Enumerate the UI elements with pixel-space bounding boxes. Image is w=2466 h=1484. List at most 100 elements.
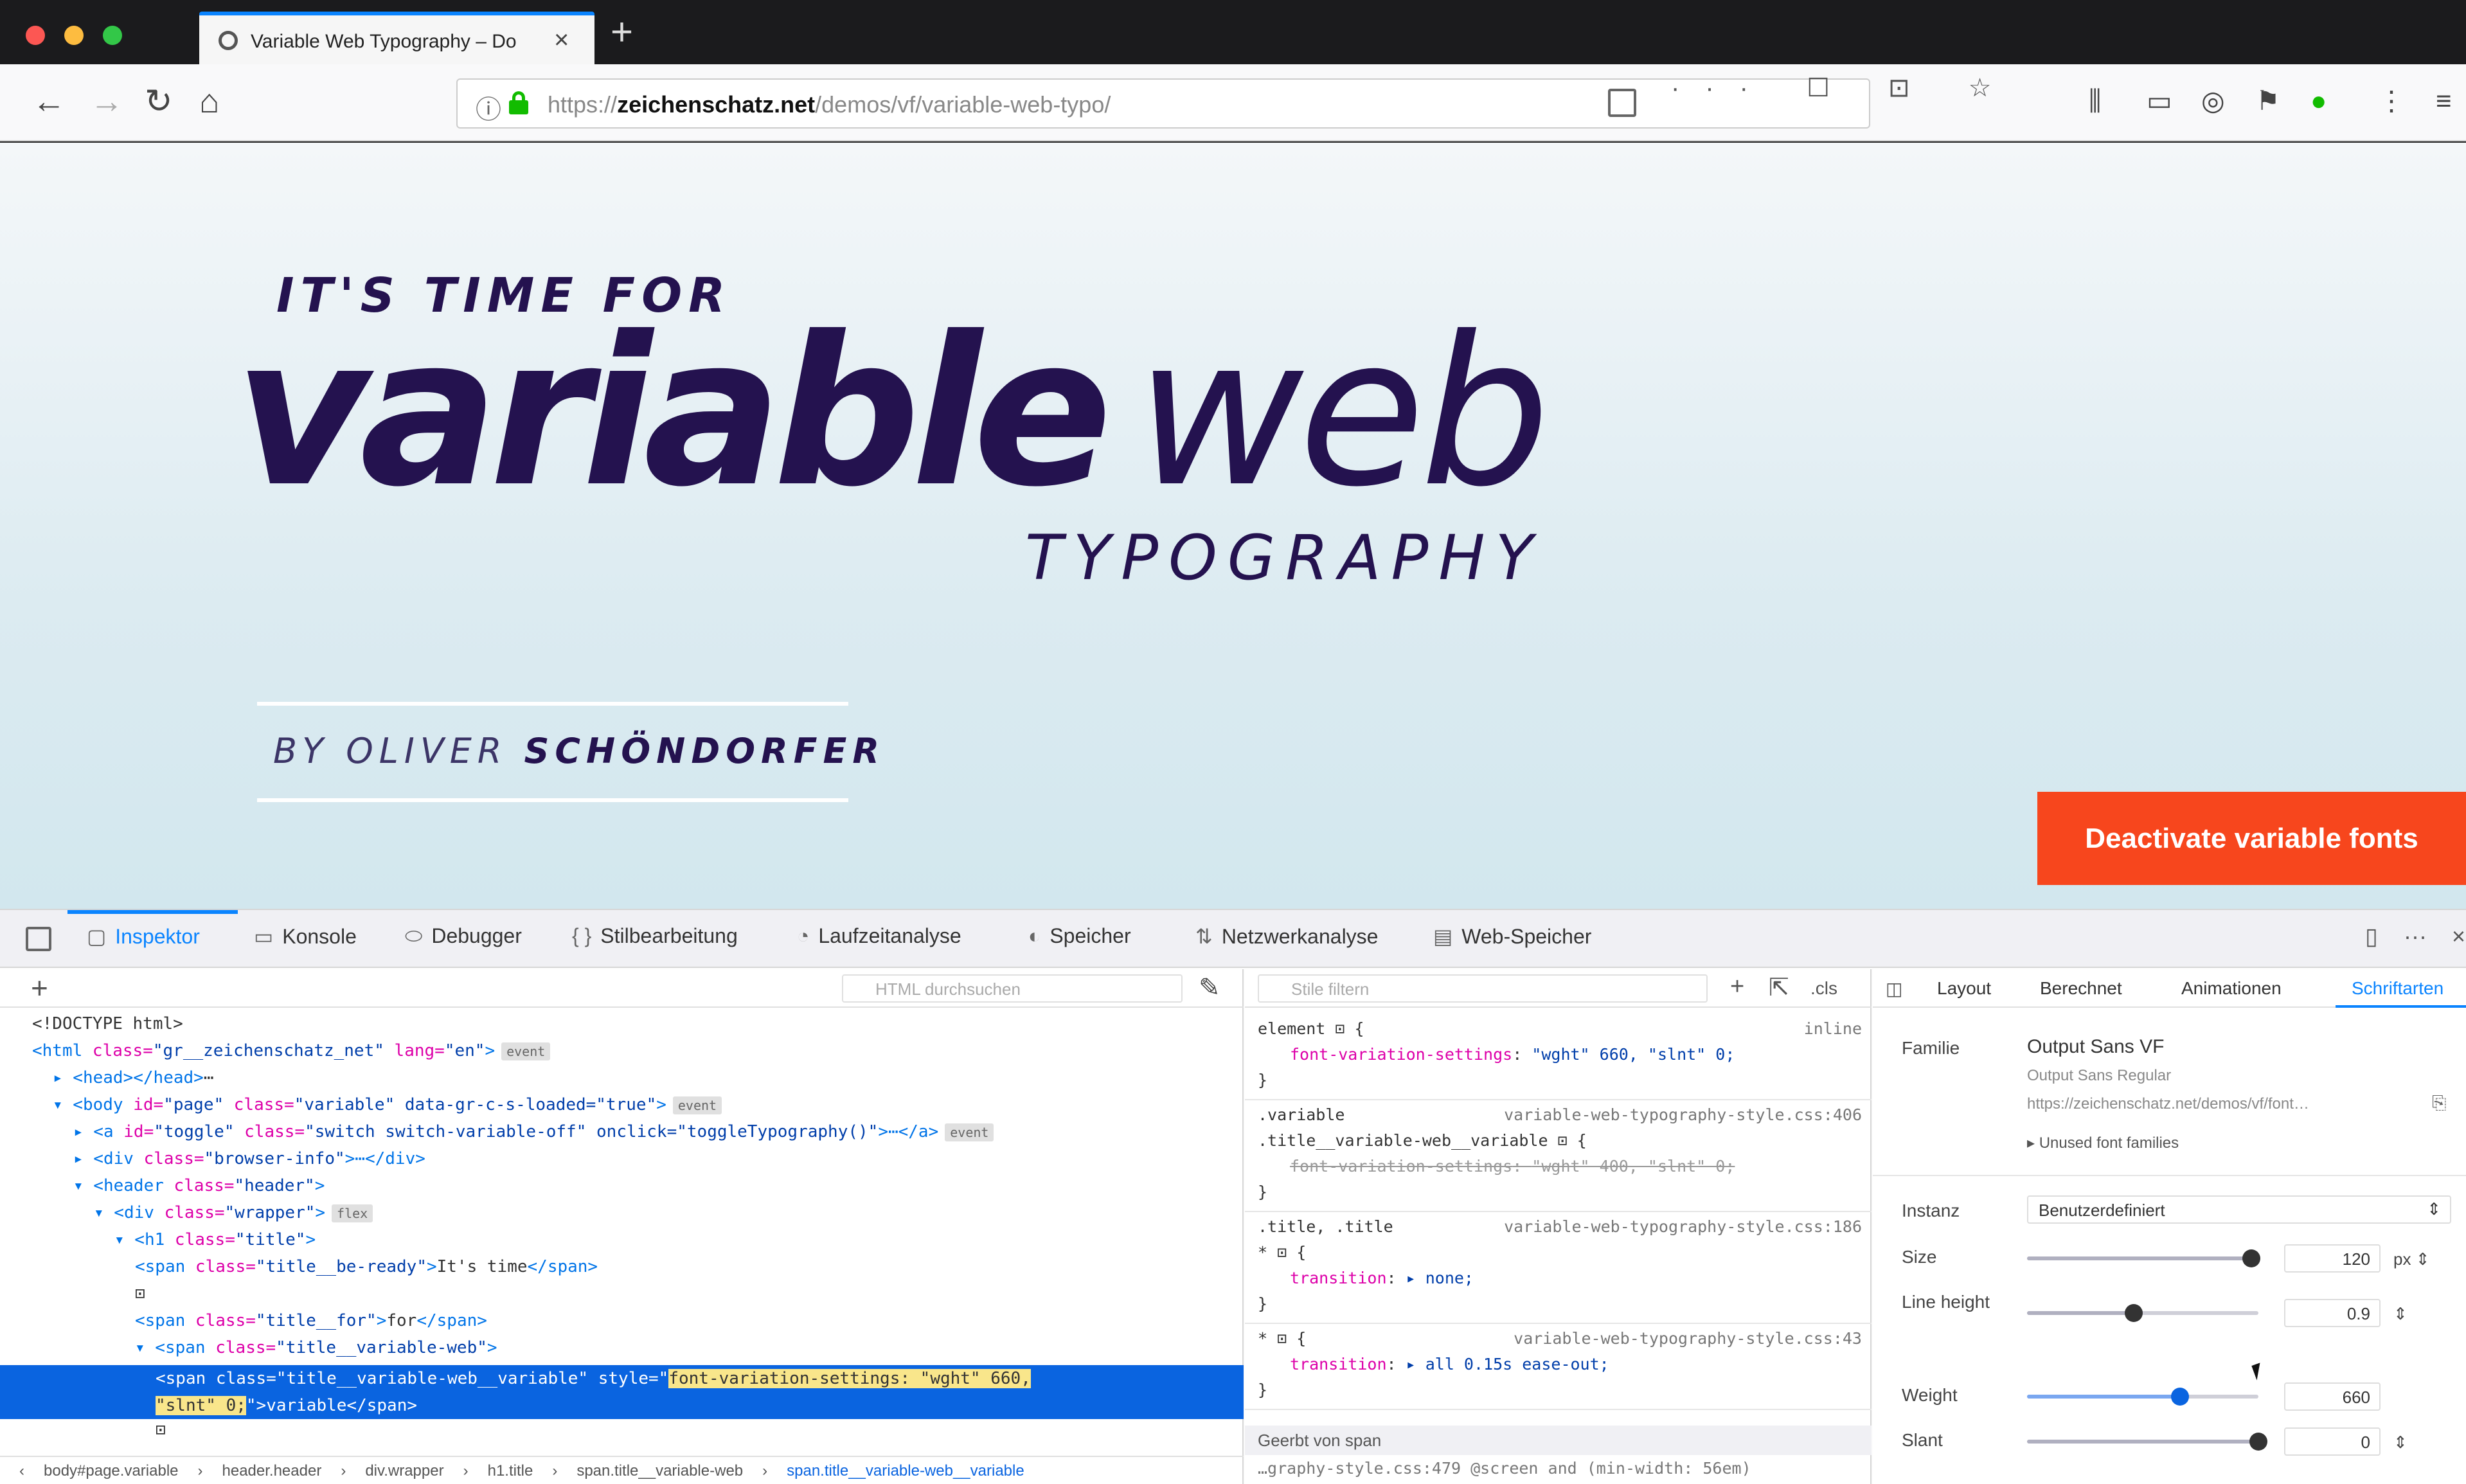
devtools-tab-debugger[interactable]: ⬭ Debugger — [405, 924, 522, 949]
deactivate-variable-fonts-button[interactable]: Deactivate variable fonts — [2037, 792, 2466, 885]
html-search-input[interactable]: HTML durchsuchen — [842, 974, 1183, 1003]
breadcrumb-item[interactable]: span.title__variable-web__variable — [787, 1462, 1024, 1480]
markup-attr-value: "title__be-ready" — [255, 1257, 427, 1276]
sidebar-icon[interactable]: ▭ — [2147, 85, 2172, 117]
more-icon[interactable]: ⋮ — [2378, 85, 2405, 117]
weight-slider[interactable] — [2027, 1388, 2258, 1406]
markup-node[interactable]: ▸ <a id="toggle" class="switch switch-va… — [0, 1122, 1244, 1149]
tab-computed[interactable]: Berechnet — [2040, 978, 2122, 999]
markup-node[interactable]: ▸ <div class="browser-info">⋯</div> — [0, 1149, 1244, 1176]
eyedropper-icon[interactable]: ✎ — [1199, 973, 1220, 1003]
devtools-tab-inspektor[interactable]: ▢ Inspektor — [87, 924, 200, 949]
family-url[interactable]: https://zeichenschatz.net/demos/vf/font… — [2027, 1095, 2413, 1113]
home-icon[interactable]: ⌂ — [199, 82, 219, 121]
unused-font-families-toggle[interactable]: ▸ Unused font families — [2027, 1134, 2179, 1152]
markup-node[interactable]: ▾ <div class="wrapper"> flex — [0, 1203, 1244, 1230]
slant-unit-select[interactable]: ⇕ — [2393, 1433, 2408, 1453]
info-icon[interactable]: ⓘ — [476, 89, 501, 126]
markup-whitespace-node[interactable]: ⊡ — [0, 1420, 1244, 1447]
devtools-tab-speicher[interactable]: ◐ Speicher — [1028, 924, 1131, 948]
menu-icon[interactable]: ≡ — [2436, 85, 2452, 117]
markup-attr-name: class= — [234, 1122, 305, 1141]
close-window-button[interactable] — [26, 26, 45, 45]
breadcrumb-item[interactable]: body#page.variable — [44, 1462, 179, 1480]
rule-line[interactable]: transition: ▸ none; — [1258, 1269, 1862, 1294]
copy-url-icon[interactable]: ⎘ — [2432, 1093, 2446, 1114]
devtools-options-icon[interactable]: ··· — [2404, 923, 2427, 950]
devtools-tab-web-speicher[interactable]: ▤ Web-Speicher — [1433, 924, 1591, 949]
rules-filter-input[interactable]: Stile filtern — [1258, 974, 1708, 1003]
breadcrumb-item[interactable]: h1.title — [488, 1462, 533, 1480]
responsive-mode-icon[interactable]: ▯ — [2365, 923, 2378, 950]
line-height-input[interactable]: 0.9 — [2284, 1299, 2381, 1327]
reload-icon[interactable]: ↻ — [145, 82, 173, 121]
browser-tab[interactable]: Variable Web Typography – Do × — [199, 12, 594, 68]
zoom-window-button[interactable] — [103, 26, 122, 45]
devtools-close-icon[interactable]: × — [2452, 923, 2465, 950]
rule-line[interactable]: transition: ▸ all 0.15s ease-out; — [1258, 1355, 1862, 1381]
markup-node[interactable]: ▸ <head></head>⋯ — [0, 1068, 1244, 1095]
tab-animations[interactable]: Animationen — [2181, 978, 2282, 999]
rule-line[interactable]: font-variation-settings: "wght" 660, "sl… — [1258, 1045, 1862, 1071]
rule-property: transition — [1290, 1355, 1387, 1373]
markup-node[interactable]: ▾ <h1 class="title"> — [0, 1230, 1244, 1257]
size-unit-select[interactable]: px ⇕ — [2393, 1249, 2429, 1269]
add-rule-icon[interactable]: + — [1730, 973, 1744, 1001]
rule-source-link[interactable]: variable-web-typography-style.css:406 — [1504, 1105, 1862, 1124]
size-slider[interactable] — [2027, 1249, 2261, 1267]
page-actions[interactable]: ··· ☐ ⊡ ☆ — [1671, 73, 2017, 103]
rule-source-link[interactable]: variable-web-typography-style.css:43 — [1514, 1329, 1862, 1348]
slant-slider[interactable] — [2027, 1433, 2267, 1451]
markup-node[interactable]: <span class="title__for">for</span> — [0, 1311, 1244, 1338]
size-input[interactable]: 120 — [2284, 1244, 2381, 1273]
devtools-tab-stilbearbeitung[interactable]: { } Stilbearbeitung — [572, 924, 738, 948]
markup-node[interactable]: ▾ <header class="header"> — [0, 1176, 1244, 1203]
flag-icon[interactable]: ⚑ — [2256, 85, 2280, 117]
breadcrumb-item[interactable]: div.wrapper — [365, 1462, 443, 1480]
line-height-unit-select[interactable]: ⇕ — [2393, 1304, 2408, 1324]
url-bar[interactable]: ⓘ https://zeichenschatz.net/demos/vf/var… — [456, 78, 1870, 129]
line-height-slider[interactable] — [2027, 1304, 2258, 1322]
devtools-tab-netzwerkanalyse[interactable]: ⇅ Netzwerkanalyse — [1195, 924, 1378, 949]
tab-layout[interactable]: Layout — [1937, 978, 1991, 999]
markup-node[interactable]: ▾ <body id="page" class="variable" data-… — [0, 1095, 1244, 1122]
sidebar-toggle-icon[interactable]: ◫ — [1886, 978, 1902, 999]
minimize-window-button[interactable] — [64, 26, 84, 45]
browser-window: Variable Web Typography – Do × + ← → ↻ ⌂… — [0, 0, 2466, 1484]
markup-node[interactable]: <html class="gr__zeichenschatz_net" lang… — [0, 1041, 1244, 1068]
rules-toolbar: Stile filtern + ⇱ .cls — [1245, 969, 1872, 1008]
instance-select[interactable]: Benutzerdefiniert ⇕ — [2027, 1195, 2451, 1224]
element-picker-icon[interactable] — [26, 927, 51, 951]
add-node-icon[interactable]: + — [31, 973, 48, 1003]
breadcrumb-item[interactable]: span.title__variable-web — [576, 1462, 743, 1480]
slant-slider-thumb[interactable] — [2249, 1433, 2267, 1451]
rule-source-link[interactable]: inline — [1804, 1019, 1862, 1038]
slant-input[interactable]: 0 — [2284, 1427, 2381, 1456]
size-slider-thumb[interactable] — [2242, 1249, 2261, 1267]
url-text[interactable]: https://zeichenschatz.net/demos/vf/varia… — [548, 91, 1111, 118]
library-icon[interactable]: ⫼ — [2089, 85, 2101, 117]
line-height-slider-thumb[interactable] — [2124, 1304, 2143, 1322]
weight-input[interactable]: 660 — [2284, 1382, 2381, 1411]
tab-fonts[interactable]: Schriftarten — [2352, 978, 2444, 999]
tab-close-icon[interactable]: × — [554, 27, 569, 53]
new-tab-icon[interactable]: + — [611, 13, 633, 51]
selected-markup-node[interactable]: <span class="title__variable-web__variab… — [0, 1365, 1244, 1419]
markup-node[interactable]: <!DOCTYPE html> — [0, 1014, 1244, 1041]
markup-node[interactable]: <span class="title__be-ready">It's time<… — [0, 1257, 1244, 1284]
back-icon[interactable]: ← — [32, 82, 66, 121]
forward-icon[interactable]: → — [90, 82, 123, 121]
reader-view-icon[interactable] — [1608, 89, 1636, 117]
rule-source-link[interactable]: variable-web-typography-style.css:186 — [1504, 1217, 1862, 1236]
markup-node[interactable]: ⊡ — [0, 1284, 1244, 1311]
toggle-pseudo-icon[interactable]: ⇱ — [1769, 973, 1789, 1002]
weight-slider-thumb[interactable] — [2170, 1388, 2189, 1406]
devtools-tab-laufzeitanalyse[interactable]: ◔ Laufzeitanalyse — [797, 924, 961, 948]
pocket-icon[interactable]: ◎ — [2201, 85, 2225, 117]
devtools-tab-konsole[interactable]: ▭ Konsole — [254, 924, 357, 949]
markup-node[interactable]: ▾ <span class="title__variable-web"> — [0, 1338, 1244, 1365]
extension-icon[interactable]: ● — [2310, 85, 2327, 117]
rule-line[interactable]: font-variation-settings: "wght" 400, "sl… — [1258, 1157, 1862, 1183]
cls-toggle-icon[interactable]: .cls — [1810, 978, 1837, 999]
breadcrumb-item[interactable]: header.header — [222, 1462, 322, 1480]
